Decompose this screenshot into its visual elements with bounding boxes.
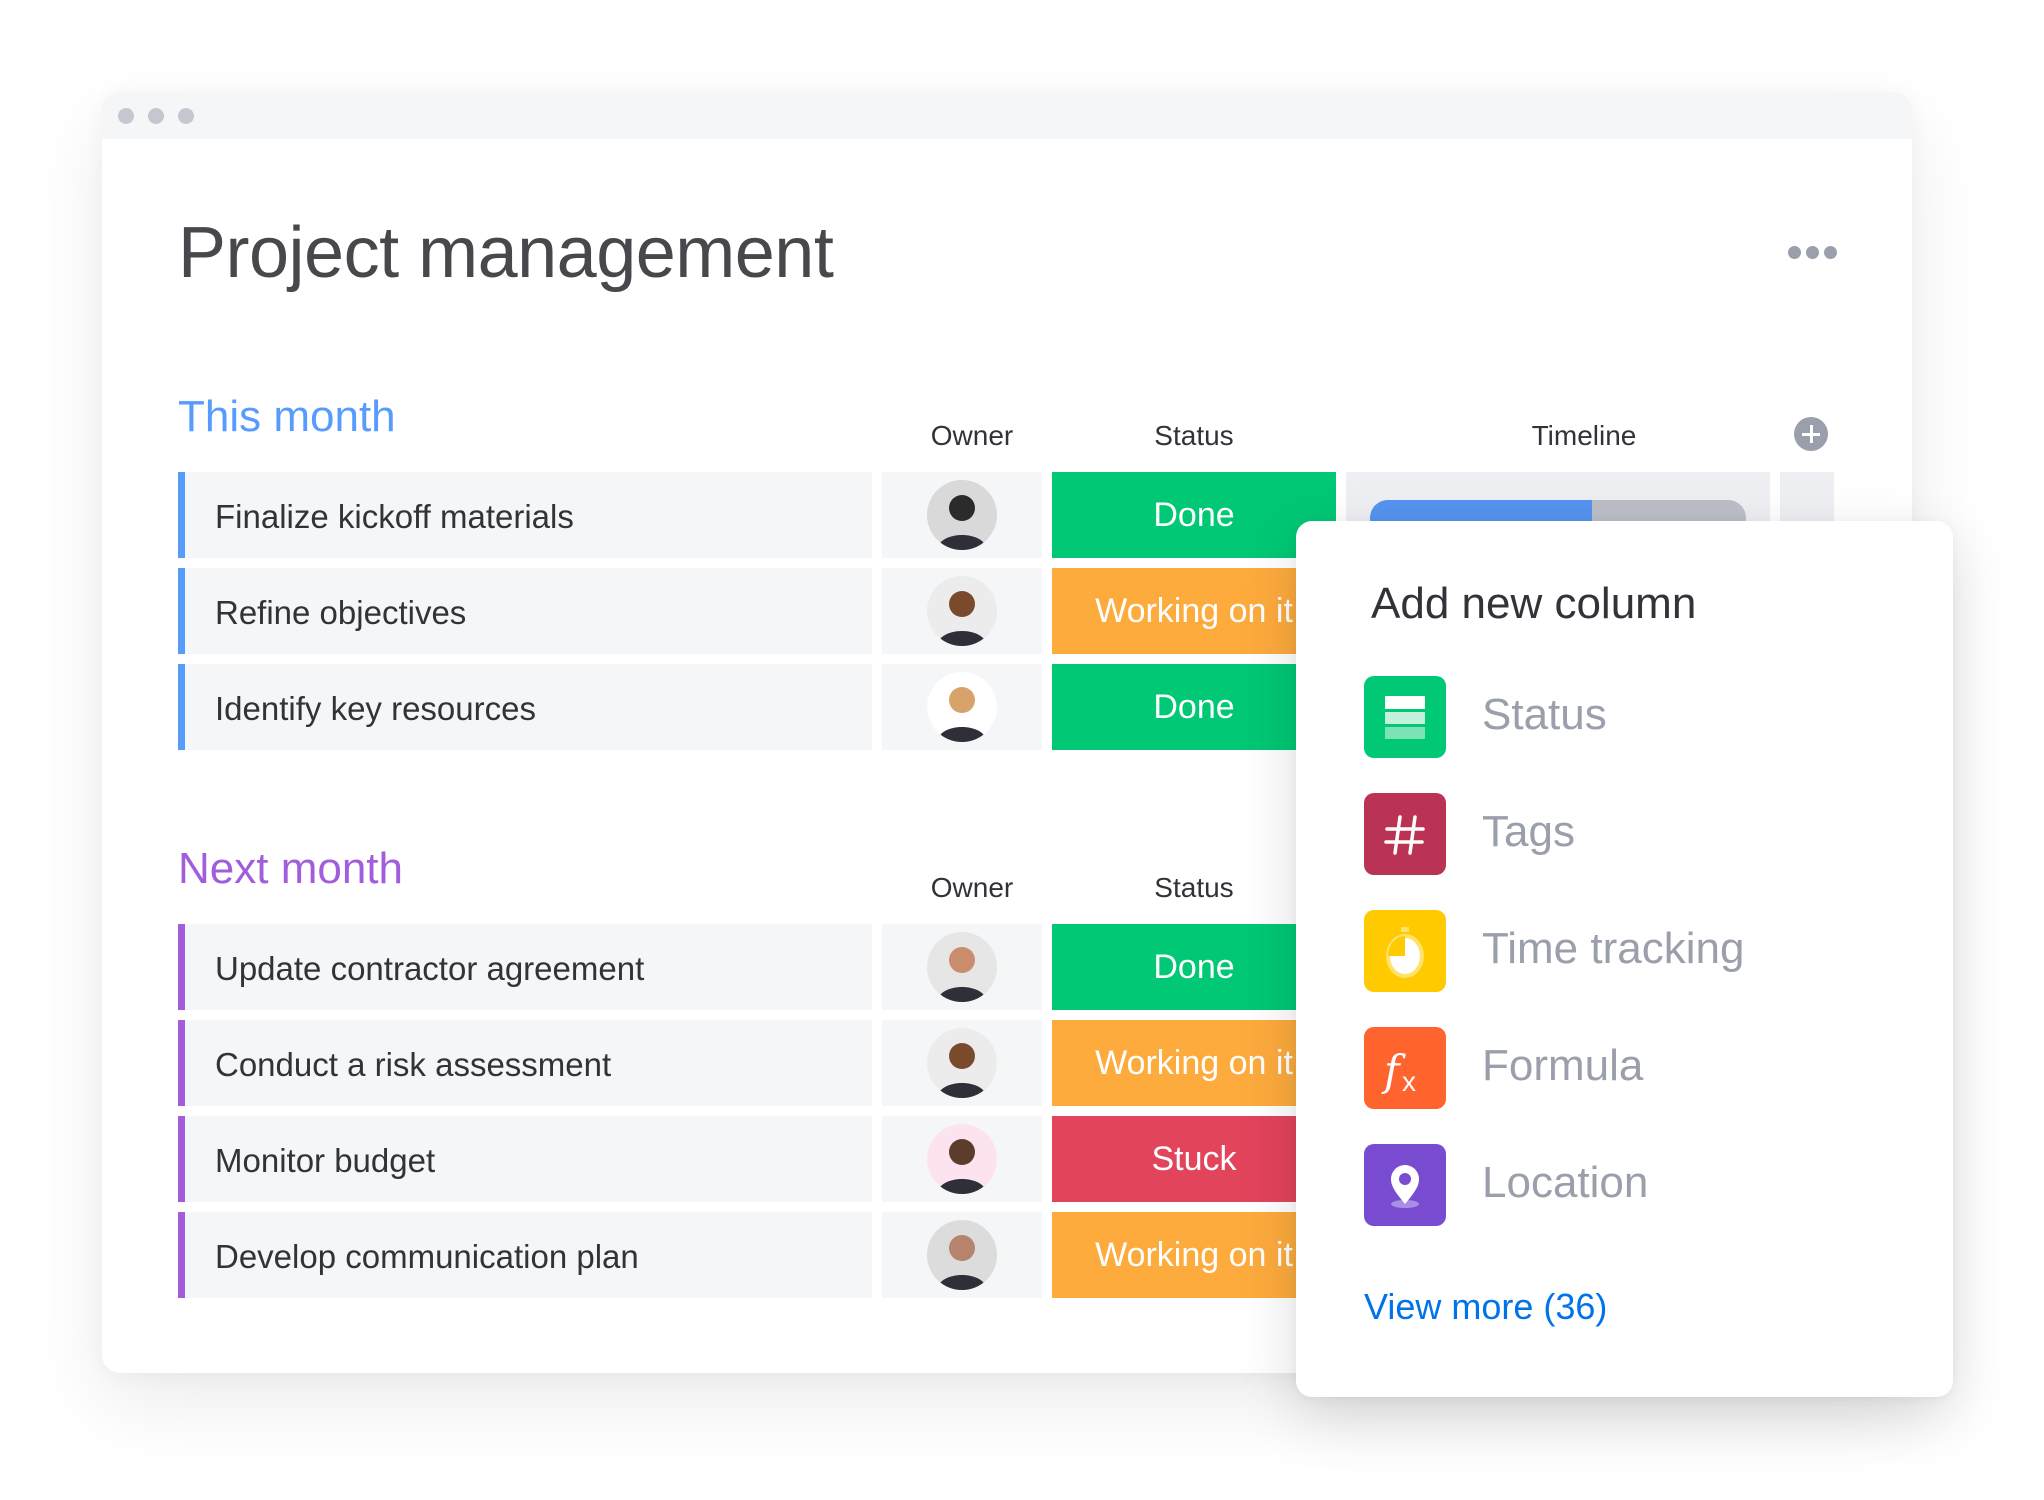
owner-cell[interactable] bbox=[882, 924, 1042, 1010]
avatar[interactable] bbox=[927, 932, 997, 1002]
avatar[interactable] bbox=[927, 1028, 997, 1098]
item-name: Update contractor agreement bbox=[215, 950, 645, 987]
window-titlebar bbox=[102, 92, 1912, 139]
group-title-next-month[interactable]: Next month bbox=[178, 844, 403, 894]
column-option-time-tracking[interactable]: Time tracking bbox=[1364, 910, 1924, 994]
item-name: Identify key resources bbox=[215, 690, 536, 727]
add-column-popover: Add new column Status Tags Time tracking… bbox=[1296, 521, 1953, 1397]
status-label[interactable]: Done bbox=[1052, 924, 1336, 1010]
formula-icon: fx bbox=[1364, 1027, 1446, 1109]
column-option-status[interactable]: Status bbox=[1364, 676, 1924, 760]
column-option-tags[interactable]: Tags bbox=[1364, 793, 1924, 877]
status-icon bbox=[1364, 676, 1446, 758]
window-control-dot[interactable] bbox=[178, 108, 194, 124]
owner-cell[interactable] bbox=[882, 664, 1042, 750]
status-label[interactable]: Done bbox=[1052, 472, 1336, 558]
option-label: Time tracking bbox=[1482, 924, 1745, 973]
status-label[interactable]: Working on it bbox=[1052, 1212, 1336, 1298]
item-name: Refine objectives bbox=[215, 594, 467, 631]
status-label[interactable]: Done bbox=[1052, 664, 1336, 750]
item-name: Develop communication plan bbox=[215, 1238, 639, 1275]
avatar[interactable] bbox=[927, 672, 997, 742]
owner-cell[interactable] bbox=[882, 1212, 1042, 1298]
item-name-cell[interactable]: Develop communication plan bbox=[178, 1212, 872, 1298]
item-name-cell[interactable]: Conduct a risk assessment bbox=[178, 1020, 872, 1106]
column-header-timeline[interactable]: Timeline bbox=[1372, 420, 1796, 452]
avatar[interactable] bbox=[927, 1124, 997, 1194]
column-header-status[interactable]: Status bbox=[1052, 872, 1336, 904]
svg-text:x: x bbox=[1402, 1066, 1416, 1097]
option-label: Status bbox=[1482, 690, 1607, 739]
item-name: Finalize kickoff materials bbox=[215, 498, 574, 535]
more-dot bbox=[1806, 246, 1819, 259]
group-title-this-month[interactable]: This month bbox=[178, 392, 396, 442]
owner-cell[interactable] bbox=[882, 568, 1042, 654]
window-control-dot[interactable] bbox=[118, 108, 134, 124]
stopwatch-icon bbox=[1364, 910, 1446, 992]
avatar[interactable] bbox=[927, 1220, 997, 1290]
item-name: Conduct a risk assessment bbox=[215, 1046, 612, 1083]
avatar[interactable] bbox=[927, 576, 997, 646]
status-label[interactable]: Working on it bbox=[1052, 568, 1336, 654]
owner-cell[interactable] bbox=[882, 472, 1042, 558]
option-label: Tags bbox=[1482, 807, 1575, 856]
popover-title: Add new column bbox=[1371, 579, 1697, 628]
more-options-button[interactable] bbox=[1788, 246, 1837, 259]
item-name: Monitor budget bbox=[215, 1142, 436, 1179]
column-header-status[interactable]: Status bbox=[1052, 420, 1336, 452]
page-title: Project management bbox=[178, 213, 834, 293]
more-dot bbox=[1824, 246, 1837, 259]
item-name-cell[interactable]: Monitor budget bbox=[178, 1116, 872, 1202]
view-more-link[interactable]: View more (36) bbox=[1364, 1286, 1607, 1328]
column-option-location[interactable]: Location bbox=[1364, 1144, 1924, 1228]
item-name-cell[interactable]: Finalize kickoff materials bbox=[178, 472, 872, 558]
hashtag-icon bbox=[1364, 793, 1446, 875]
more-horizontal-icon bbox=[1788, 246, 1801, 259]
column-header-owner[interactable]: Owner bbox=[892, 420, 1052, 452]
owner-cell[interactable] bbox=[882, 1020, 1042, 1106]
window-control-dot[interactable] bbox=[148, 108, 164, 124]
column-option-formula[interactable]: fx Formula bbox=[1364, 1027, 1924, 1111]
avatar[interactable] bbox=[927, 480, 997, 550]
option-label: Formula bbox=[1482, 1041, 1644, 1090]
location-pin-icon bbox=[1364, 1144, 1446, 1226]
item-name-cell[interactable]: Identify key resources bbox=[178, 664, 872, 750]
column-header-owner[interactable]: Owner bbox=[892, 872, 1052, 904]
status-label[interactable]: Working on it bbox=[1052, 1020, 1336, 1106]
item-name-cell[interactable]: Update contractor agreement bbox=[178, 924, 872, 1010]
option-label: Location bbox=[1482, 1158, 1649, 1207]
add-column-button[interactable] bbox=[1794, 417, 1828, 451]
status-label[interactable]: Stuck bbox=[1052, 1116, 1336, 1202]
owner-cell[interactable] bbox=[882, 1116, 1042, 1202]
item-name-cell[interactable]: Refine objectives bbox=[178, 568, 872, 654]
